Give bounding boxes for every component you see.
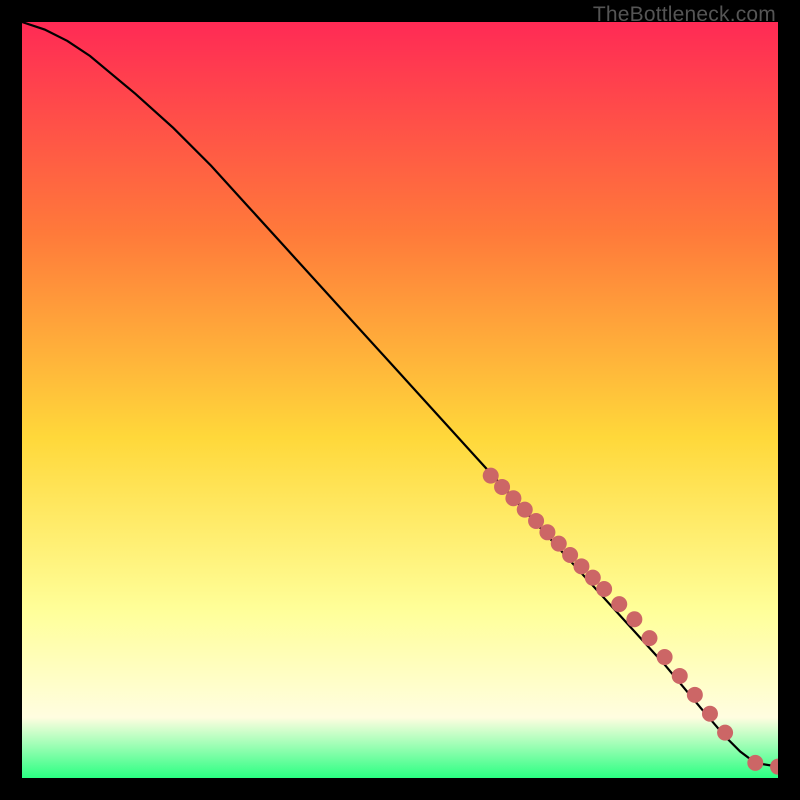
marker-point <box>672 668 688 684</box>
marker-point <box>573 558 589 574</box>
marker-point <box>539 524 555 540</box>
marker-point <box>596 581 612 597</box>
marker-point <box>702 706 718 722</box>
marker-point <box>494 479 510 495</box>
marker-point <box>528 513 544 529</box>
marker-point <box>626 611 642 627</box>
marker-point <box>717 725 733 741</box>
marker-point <box>562 547 578 563</box>
marker-point <box>585 570 601 586</box>
marker-point <box>517 502 533 518</box>
marker-point <box>505 490 521 506</box>
marker-point <box>657 649 673 665</box>
marker-point <box>483 468 499 484</box>
marker-point <box>551 536 567 552</box>
marker-point <box>611 596 627 612</box>
bottleneck-chart <box>22 22 778 778</box>
marker-point <box>641 630 657 646</box>
marker-point <box>687 687 703 703</box>
marker-point <box>747 755 763 771</box>
chart-frame: TheBottleneck.com <box>0 0 800 800</box>
plot-area <box>22 22 778 778</box>
